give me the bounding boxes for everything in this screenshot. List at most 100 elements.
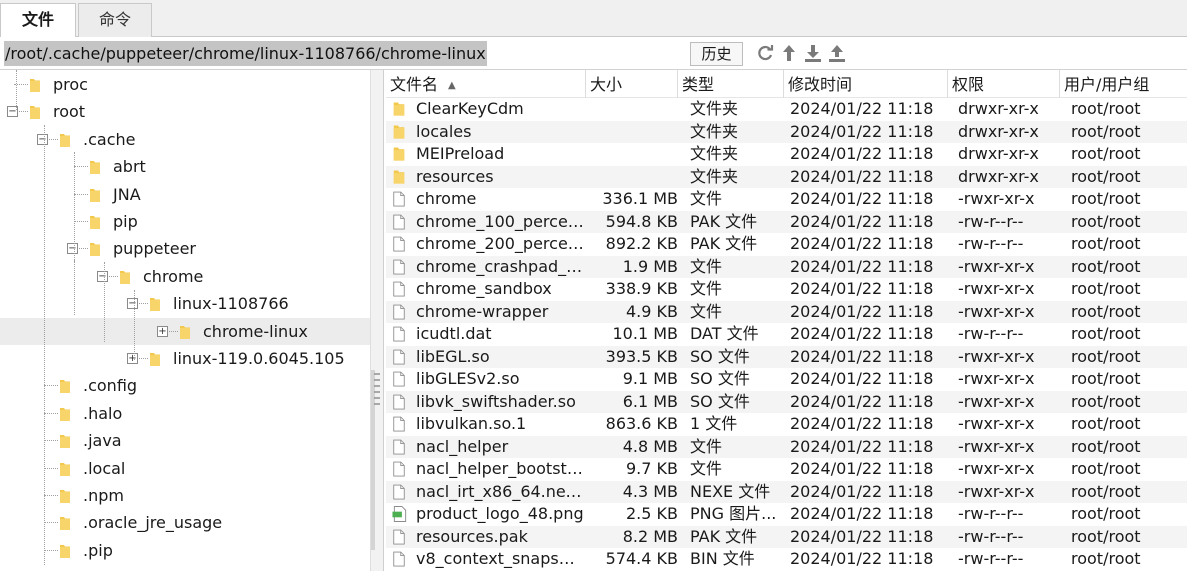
file-owner-cell: root/root (1071, 369, 1141, 388)
file-row[interactable]: libGLESv2.so 9.1 MB SO 文件 2024/01/22 11:18 -… (386, 368, 1187, 391)
file-name-cell: libGLESv2.so (416, 369, 520, 388)
file-icon (392, 326, 408, 343)
refresh-icon[interactable] (755, 43, 775, 65)
tree-node[interactable]: proc (0, 71, 370, 98)
file-mtime-cell: 2024/01/22 11:18 (790, 504, 934, 523)
tree-node[interactable]: .oracle_jre_usage (0, 509, 370, 536)
file-row[interactable]: product_logo_48.png 2.5 KB PNG 图片... 2024/0… (386, 503, 1187, 526)
file-name-cell: nacl_irt_x86_64.nexe (416, 481, 584, 501)
up-arrow-icon[interactable] (779, 43, 799, 65)
tree-node[interactable]: JNA (0, 181, 370, 208)
file-row[interactable]: chrome_sandbox 338.9 KB 文件 2024/01/22 11:18… (386, 278, 1187, 301)
file-row[interactable]: chrome-wrapper 4.9 KB 文件 2024/01/22 11:18 -r… (386, 300, 1187, 323)
column-header-name[interactable]: 文件名 ▲ (386, 70, 586, 98)
column-header-label: 文件名 (390, 75, 439, 94)
file-name-cell: nacl_helper_bootstrap (416, 459, 584, 478)
tree-node[interactable]: − .cache (0, 126, 370, 153)
file-type-cell: NEXE 文件 (690, 481, 771, 501)
column-header-permission[interactable]: 权限 (948, 70, 1060, 98)
file-row[interactable]: chrome 336.1 MB 文件 2024/01/22 11:18 -rwxr-xr… (386, 188, 1187, 211)
file-mtime-cell: 2024/01/22 11:18 (790, 121, 934, 141)
file-row[interactable]: nacl_irt_x86_64.nexe 4.3 MB NEXE 文件 2024/01… (386, 480, 1187, 503)
file-row[interactable]: resources.pak 8.2 MB PAK 文件 2024/01/22 11:1… (386, 525, 1187, 548)
file-type-cell: 文件夹 (690, 144, 739, 163)
path-bar: /root/.cache/puppeteer/chrome/linux-1108… (0, 37, 1187, 70)
splitter-grip[interactable] (374, 373, 380, 409)
tree-node-label: .config (83, 376, 138, 396)
tab-files[interactable]: 文件 (0, 3, 76, 38)
file-size-cell: 9.7 KB (626, 459, 678, 478)
file-row[interactable]: locales 文件夹 2024/01/22 11:18 drwxr-xr-x root… (386, 120, 1187, 143)
tree-node[interactable]: .halo (0, 400, 370, 427)
file-name-cell: chrome (416, 189, 477, 208)
tree-node[interactable]: .npm (0, 482, 370, 509)
tree-node[interactable]: .local (0, 455, 370, 482)
download-icon[interactable] (803, 43, 823, 65)
file-icon (392, 416, 408, 433)
tree-node[interactable]: .java (0, 427, 370, 454)
tree-node[interactable]: − puppeteer (0, 235, 370, 262)
file-row[interactable]: chrome_200_percen... 892.2 KB PAK 文件 2024/0… (386, 233, 1187, 256)
file-size-cell: 4.3 MB (622, 481, 678, 501)
file-row[interactable]: chrome_100_percen... 594.8 KB PAK 文件 2024/0… (386, 210, 1187, 233)
file-mtime-cell: 2024/01/22 11:18 (790, 369, 934, 388)
file-perm-cell: -rw-r--r-- (958, 549, 1024, 568)
folder-icon (392, 101, 408, 118)
tree-node-label: JNA (113, 184, 141, 204)
file-perm-cell: drwxr-xr-x (958, 121, 1039, 141)
tree-node-label: proc (53, 75, 88, 94)
tree-node[interactable]: − root (0, 98, 370, 125)
tree-node[interactable]: .config (0, 372, 370, 399)
file-mtime-cell: 2024/01/22 11:18 (790, 211, 934, 231)
file-row[interactable]: MEIPreload 文件夹 2024/01/22 11:18 drwxr-xr-x r… (386, 143, 1187, 166)
expand-icon[interactable]: + (127, 353, 138, 364)
file-size-cell: 10.1 MB (612, 324, 679, 343)
file-row[interactable]: libvulkan.so.1 863.6 KB 1 文件 2024/01/22 11:… (386, 413, 1187, 436)
file-row[interactable]: ClearKeyCdm 文件夹 2024/01/22 11:18 drwxr-xr-x… (386, 98, 1187, 121)
file-size-cell: 574.4 KB (605, 549, 678, 568)
tree-node[interactable]: abrt (0, 153, 370, 180)
collapse-icon[interactable]: − (67, 243, 78, 255)
file-row[interactable]: nacl_helper_bootstrap 9.7 KB 文件 2024/01/22 … (386, 458, 1187, 481)
file-type-cell: SO 文件 (690, 369, 750, 388)
pane-splitter[interactable] (370, 70, 384, 571)
collapse-icon[interactable]: − (127, 298, 138, 310)
column-header-type[interactable]: 类型 (678, 70, 784, 98)
file-name-cell: locales (416, 121, 472, 141)
file-row[interactable]: chrome_crashpad_h... 1.9 MB 文件 2024/01/22 1… (386, 255, 1187, 278)
tree-node[interactable]: + chrome-linux (0, 317, 370, 345)
file-name-cell: chrome-wrapper (416, 301, 549, 321)
file-owner-cell: root/root (1071, 144, 1141, 163)
tree-node[interactable]: − linux-1108766 (0, 290, 370, 317)
file-type-cell: 1 文件 (690, 414, 738, 433)
file-row[interactable]: v8_context_snapsho... 574.4 KB BIN 文件 2024/… (386, 548, 1187, 571)
collapse-icon[interactable]: − (37, 133, 48, 145)
tab-commands[interactable]: 命令 (78, 3, 152, 37)
upload-icon[interactable] (827, 43, 847, 65)
tree-node[interactable]: + linux-119.0.6045.105 (0, 345, 370, 372)
file-mtime-cell: 2024/01/22 11:18 (790, 436, 934, 456)
collapse-icon[interactable]: − (97, 270, 108, 282)
column-header-mtime[interactable]: 修改时间 (784, 70, 948, 98)
file-row[interactable]: nacl_helper 4.8 MB 文件 2024/01/22 11:18 -rwxr… (386, 435, 1187, 458)
path-input[interactable]: /root/.cache/puppeteer/chrome/linux-1108… (4, 41, 487, 66)
file-perm-cell: -rwxr-xr-x (958, 279, 1035, 298)
tree-node[interactable]: pip (0, 208, 370, 235)
file-type-cell: 文件 (690, 256, 723, 276)
tree-node[interactable]: − chrome (0, 263, 370, 290)
file-row[interactable]: libvk_swiftshader.so 6.1 MB SO 文件 2024/01/2… (386, 390, 1187, 413)
tree-node-label: .local (83, 458, 126, 478)
tree-node[interactable]: .pip (0, 537, 370, 564)
file-list: 文件名 ▲ 大小 类型 修改时间 权限 用户/用户组 ClearKeyCdm 文件夹… (386, 70, 1187, 571)
file-name-cell: v8_context_snapsho... (416, 549, 584, 568)
file-row[interactable]: resources 文件夹 2024/01/22 11:18 drwxr-xr-x ro… (386, 165, 1187, 188)
column-header-owner[interactable]: 用户/用户组 (1060, 70, 1187, 98)
file-owner-cell: root/root (1071, 504, 1141, 523)
tree-node-label: chrome-linux (203, 321, 308, 341)
history-button[interactable]: 历史 (690, 42, 743, 66)
file-row[interactable]: libEGL.so 393.5 KB SO 文件 2024/01/22 11:18 -r… (386, 345, 1187, 368)
file-size-cell: 336.1 MB (602, 189, 678, 208)
expand-icon[interactable]: + (157, 325, 168, 337)
column-header-size[interactable]: 大小 (586, 70, 678, 98)
file-row[interactable]: icudtl.dat 10.1 MB DAT 文件 2024/01/22 11:18 -… (386, 323, 1187, 346)
